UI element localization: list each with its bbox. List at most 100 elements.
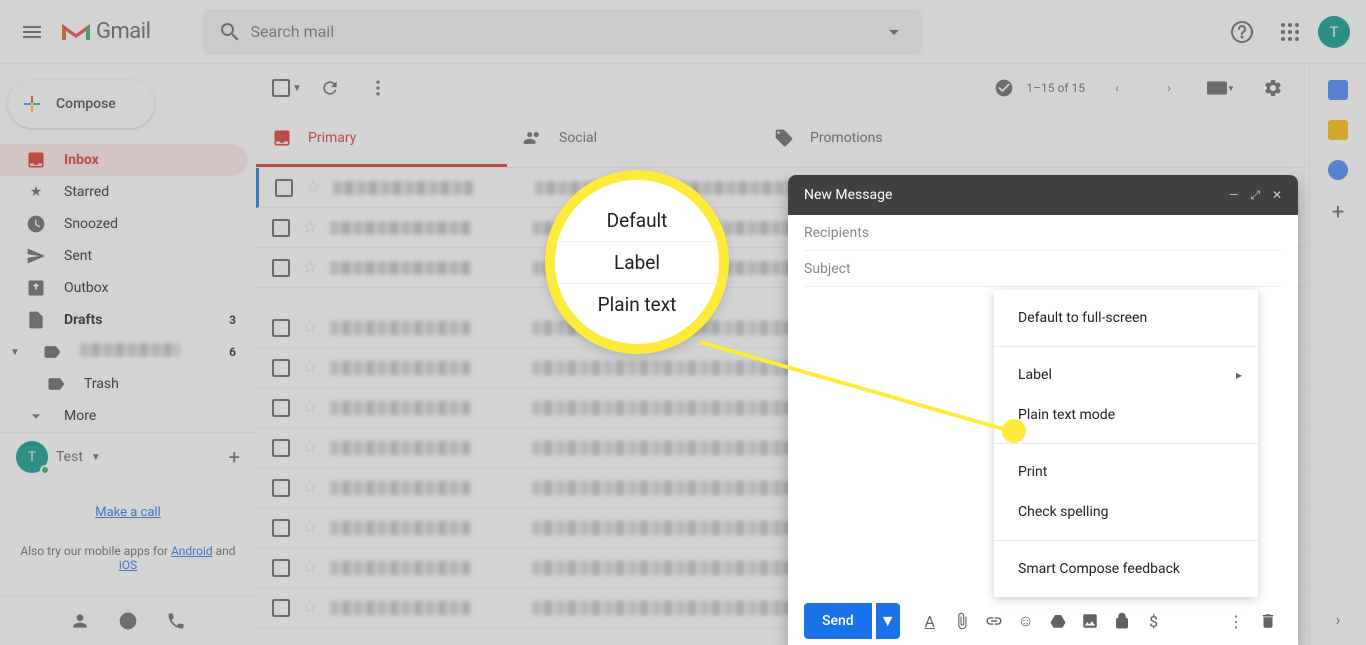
discard-button[interactable] [1254,607,1282,635]
subject-field[interactable]: Subject [804,251,1282,287]
star-button[interactable]: ☆ [302,557,318,578]
star-button[interactable]: ☆ [302,477,318,498]
sender-blurred [333,181,473,195]
photo-button[interactable] [1076,607,1104,635]
confidential-button[interactable] [1108,607,1136,635]
hangouts-icon [118,611,138,631]
star-button[interactable]: ☆ [302,597,318,618]
nav-more[interactable]: More [0,400,248,432]
make-call-link[interactable]: Make a call [16,505,240,520]
attach-button[interactable] [948,607,976,635]
star-button[interactable]: ☆ [302,357,318,378]
refresh-button[interactable] [310,68,350,108]
star-button[interactable]: ☆ [302,517,318,538]
row-checkbox[interactable] [272,439,290,457]
select-all-checkbox[interactable]: ▼ [272,79,302,97]
search-button[interactable] [210,12,250,52]
tab-social[interactable]: Social [507,112,758,167]
presence-indicator [40,465,50,475]
send-button[interactable]: Send [804,603,872,639]
drive-button[interactable] [1044,607,1072,635]
emoji-button[interactable]: ☺ [1012,607,1040,635]
nav-custom-label[interactable]: ▼ 6 [0,336,248,368]
star-button[interactable]: ☆ [302,257,318,278]
mail-toolbar: ▼ 1–15 of 15 ‹ › ▼ [256,64,1309,112]
more-button[interactable] [358,68,398,108]
sender-blurred [330,561,470,575]
compose-button[interactable]: Compose [8,80,154,128]
collapse-panel-button[interactable]: › [1336,610,1341,629]
menu-plaintext[interactable]: Plain text mode [994,395,1258,435]
nav-label: Sent [64,248,92,264]
minimize-button[interactable]: — [1229,188,1238,203]
chevron-down-icon[interactable]: ▼ [91,452,101,463]
label-icon [42,342,62,362]
ios-link[interactable]: iOS [119,558,137,572]
apps-button[interactable] [1270,12,1310,52]
tasks-addon[interactable] [1328,160,1348,180]
row-checkbox[interactable] [272,359,290,377]
hangouts-tab[interactable] [108,605,148,637]
account-avatar[interactable]: T [1318,16,1350,48]
menu-smart-compose[interactable]: Smart Compose feedback [994,549,1258,589]
menu-label[interactable]: Label▸ [994,355,1258,395]
callout-magnifier: Default Label Plain text [545,170,729,354]
search-input[interactable] [250,22,874,41]
star-button[interactable]: ☆ [302,317,318,338]
keep-addon[interactable] [1328,120,1348,140]
android-link[interactable]: Android [171,544,213,558]
input-tools-button[interactable]: ▼ [1201,68,1241,108]
row-checkbox[interactable] [272,599,290,617]
money-button[interactable]: $ [1140,607,1168,635]
prev-page-button[interactable]: ‹ [1097,68,1137,108]
row-checkbox[interactable] [272,219,290,237]
row-checkbox[interactable] [272,479,290,497]
nav-starred[interactable]: ★ Starred [0,176,248,208]
new-chat-button[interactable]: + [229,445,240,469]
row-checkbox[interactable] [275,179,293,197]
star-icon: ★ [26,182,46,202]
support-button[interactable] [1222,12,1262,52]
nav-trash[interactable]: Trash [0,368,248,400]
compose-titlebar[interactable]: New Message — ⤢ ✕ [788,175,1298,215]
paperclip-icon [953,612,971,630]
star-button[interactable]: ☆ [302,397,318,418]
row-checkbox[interactable] [272,319,290,337]
star-button[interactable]: ☆ [305,177,321,198]
phone-tab[interactable] [156,605,196,637]
nav-snoozed[interactable]: Snoozed [0,208,248,240]
formatting-button[interactable]: A [916,607,944,635]
search-bar[interactable] [202,9,922,55]
row-checkbox[interactable] [272,559,290,577]
tab-promotions[interactable]: Promotions [758,112,1009,167]
add-addon-button[interactable]: + [1332,200,1344,225]
nav-outbox[interactable]: Outbox [0,272,248,304]
search-options-button[interactable] [874,12,914,52]
row-checkbox[interactable] [272,519,290,537]
menu-print[interactable]: Print [994,452,1258,492]
fullscreen-button[interactable]: ⤢ [1250,188,1260,203]
star-button[interactable]: ☆ [302,437,318,458]
next-page-button[interactable]: › [1149,68,1189,108]
link-button[interactable] [980,607,1008,635]
menu-spellcheck[interactable]: Check spelling [994,492,1258,532]
main-menu-button[interactable] [8,8,56,56]
nav-inbox[interactable]: Inbox [0,144,248,176]
row-checkbox[interactable] [272,259,290,277]
menu-fullscreen-default[interactable]: Default to full-screen [994,298,1258,338]
settings-button[interactable] [1253,68,1293,108]
close-button[interactable]: ✕ [1272,188,1282,203]
compose-more-button[interactable]: ⋮ [1222,607,1250,635]
recipients-field[interactable]: Recipients [804,215,1282,251]
send-options-button[interactable]: ▼ [876,603,900,639]
row-checkbox[interactable] [272,399,290,417]
calendar-addon[interactable] [1328,80,1348,100]
hangouts-avatar[interactable]: T [16,441,48,473]
menu-divider [994,443,1258,444]
star-button[interactable]: ☆ [302,217,318,238]
contacts-tab[interactable] [60,605,100,637]
nav-drafts[interactable]: Drafts 3 [0,304,248,336]
tab-primary[interactable]: Primary [256,112,507,167]
nav-sent[interactable]: Sent [0,240,248,272]
logo[interactable]: Gmail [56,19,162,44]
